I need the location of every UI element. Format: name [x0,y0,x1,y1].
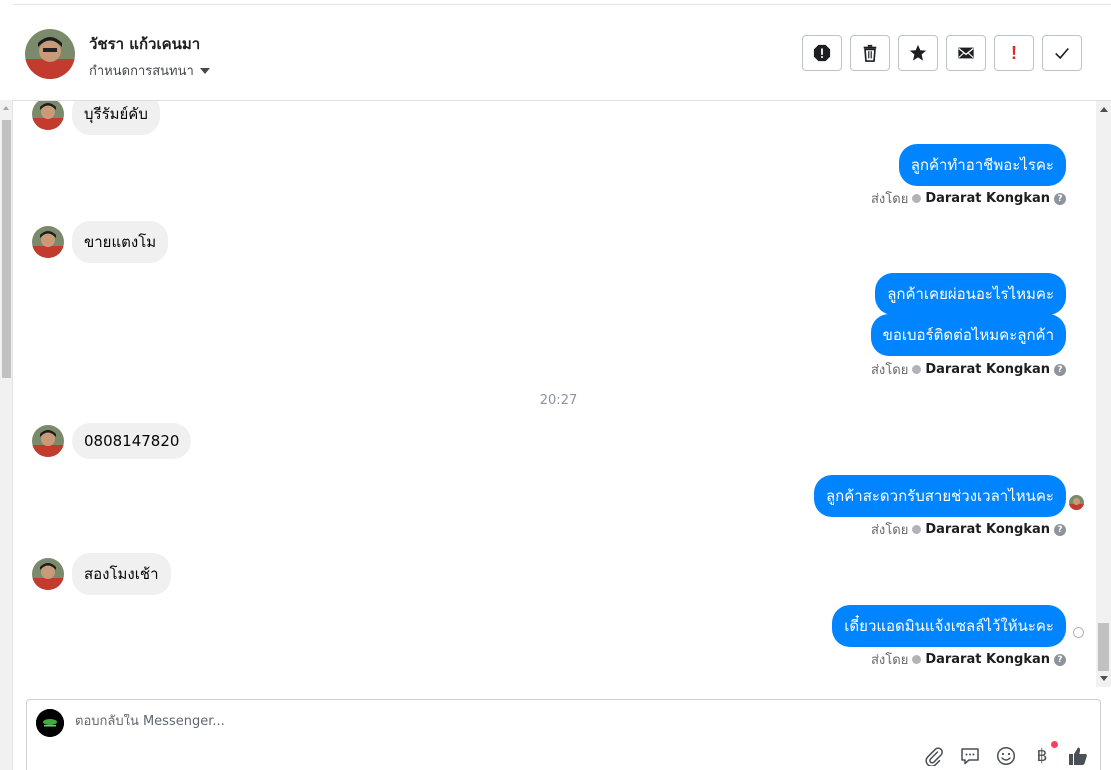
message-bubble[interactable]: สองโมงเช้า [72,553,171,595]
verified-dot-icon [912,525,922,534]
sent-by-line: ส่งโดย Dararat Kongkan ? [871,649,1066,670]
sent-by-line: ส่งโดย Dararat Kongkan ? [871,359,1066,380]
emoji-icon [996,746,1016,766]
trash-icon [863,44,877,62]
contact-avatar[interactable] [25,29,75,79]
help-icon[interactable]: ? [1054,523,1066,536]
paperclip-icon [925,747,943,766]
spam-button[interactable] [802,35,842,71]
star-icon [909,44,927,61]
sender-avatar [32,101,64,130]
verified-dot-icon [912,365,922,374]
emoji-button[interactable] [996,746,1016,766]
sender-avatar [32,558,64,590]
notification-dot [1051,741,1058,748]
saved-replies-button[interactable] [960,746,980,766]
seen-avatar [1069,495,1084,510]
mark-important-button[interactable]: ! [994,35,1034,71]
agent-name[interactable]: Dararat Kongkan [925,652,1050,667]
verified-dot-icon [912,194,922,203]
assign-conversation-label: กำหนดการสนทนา [89,64,194,79]
reply-composer: ฿ [26,699,1101,770]
like-button[interactable] [1068,746,1088,766]
checkmark-icon [1055,47,1069,60]
outgoing-message-bubble[interactable]: เดี๋ยวแอดมินแจ้งเซลล์ไว้ให้นะคะ [832,605,1066,647]
delete-button[interactable] [850,35,890,71]
outgoing-message-bubble[interactable]: ขอเบอร์ติดต่อไหมคะลูกค้า [870,314,1066,356]
sender-avatar [32,425,64,457]
incoming-message: 0808147820 [32,423,192,459]
agent-name[interactable]: Dararat Kongkan [925,191,1050,206]
contact-name[interactable]: วัชรา แก้วเคนมา [89,32,200,56]
outgoing-message-bubble[interactable]: ลูกค้าสะดวกรับสายช่วงเวลาไหนคะ [813,475,1066,517]
thumbs-up-icon [1069,747,1087,765]
scrollbar-thumb[interactable] [2,120,11,378]
sent-by-prefix: ส่งโดย [870,192,909,207]
message-bubble[interactable]: 0808147820 [72,423,192,459]
verified-dot-icon [912,655,922,664]
spam-icon [813,44,831,62]
scroll-up-arrow-icon[interactable] [1100,107,1108,112]
help-icon[interactable]: ? [1054,363,1066,376]
reply-input[interactable] [75,714,875,729]
message-thread: บุรีรัมย์คับ ลูกค้าทำอาชีพอะไรคะ ส่งโดย … [14,101,1096,689]
mark-unread-button[interactable] [946,35,986,71]
exclamation-icon: ! [1011,42,1017,63]
delivered-check-icon [1073,627,1084,638]
sent-by-prefix: ส่งโดย [870,653,909,668]
outgoing-message-bubble[interactable]: ลูกค้าเคยผ่อนอะไรไหมคะ [875,273,1066,315]
conversation-toolbar: ! [802,35,1082,71]
envelope-icon [958,47,974,59]
mark-done-button[interactable] [1042,35,1082,71]
composer-toolbar: ฿ [924,741,1088,766]
help-icon[interactable]: ? [1054,192,1066,205]
thread-scrollbar[interactable] [1096,101,1111,687]
scroll-down-arrow-icon[interactable] [1100,676,1108,681]
baht-payment-icon: ฿ [1036,746,1048,766]
outgoing-message-bubble[interactable]: ลูกค้าทำอาชีพอะไรคะ [898,144,1066,186]
saved-replies-icon [961,748,979,765]
attach-button[interactable] [924,746,944,766]
scrollbar-thumb[interactable] [1098,623,1109,671]
sent-by-prefix: ส่งโดย [870,523,909,538]
sent-by-prefix: ส่งโดย [870,363,909,378]
assign-conversation-dropdown[interactable]: กำหนดการสนทนา [89,60,210,81]
agent-name[interactable]: Dararat Kongkan [925,522,1050,537]
payment-button[interactable]: ฿ [1032,741,1058,766]
message-bubble[interactable]: บุรีรัมย์คับ [72,101,160,135]
sender-avatar [32,226,64,258]
message-bubble[interactable]: ขายแตงโม [72,221,169,263]
incoming-message: สองโมงเช้า [32,553,171,595]
page-scrollbar[interactable] [0,100,13,770]
incoming-message: บุรีรัมย์คับ [32,101,160,135]
help-icon[interactable]: ? [1054,653,1066,666]
time-separator: 20:27 [539,393,578,408]
sent-by-line: ส่งโดย Dararat Kongkan ? [871,519,1066,540]
scroll-up-arrow-icon[interactable] [3,106,9,110]
sent-by-line: ส่งโดย Dararat Kongkan ? [871,188,1066,209]
page-avatar [36,709,64,737]
caret-down-icon [199,67,210,74]
conversation-header: วัชรา แก้วเคนมา กำหนดการสนทนา ! [13,4,1111,101]
agent-name[interactable]: Dararat Kongkan [925,362,1050,377]
messenger-conversation-view: วัชรา แก้วเคนมา กำหนดการสนทนา ! บุรีรัมย… [0,0,1111,770]
star-button[interactable] [898,35,938,71]
incoming-message: ขายแตงโม [32,221,169,263]
